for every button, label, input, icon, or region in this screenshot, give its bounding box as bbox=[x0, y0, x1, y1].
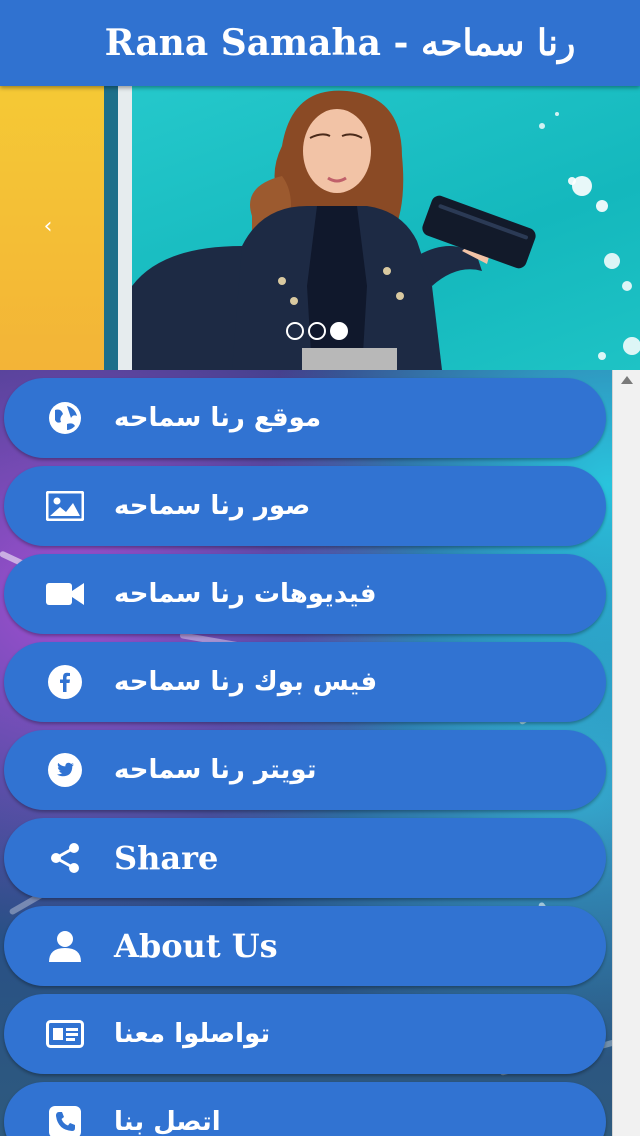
twitter-icon bbox=[46, 752, 84, 788]
menu-item-label: Share bbox=[114, 839, 219, 877]
contact-card-icon bbox=[46, 1016, 84, 1052]
menu-item-label: اتصل بنا bbox=[114, 1107, 221, 1136]
menu-item-label: موقع رنا سماحه bbox=[114, 403, 322, 433]
scroll-up-arrow-icon[interactable] bbox=[621, 376, 633, 384]
slide-divider bbox=[118, 86, 132, 370]
menu-item-label: صور رنا سماحه bbox=[114, 491, 311, 521]
menu-item-twitter[interactable]: تويتر رنا سماحه bbox=[4, 730, 606, 810]
phone-icon bbox=[46, 1104, 84, 1136]
menu-item-videos[interactable]: فيديوهات رنا سماحه bbox=[4, 554, 606, 634]
globe-icon bbox=[46, 400, 84, 436]
menu-item-facebook[interactable]: فيس بوك رنا سماحه bbox=[4, 642, 606, 722]
app-header: Rana Samaha - رنا سماحه bbox=[0, 0, 640, 86]
menu-item-photos[interactable]: صور رنا سماحه bbox=[4, 466, 606, 546]
slider-prev-button[interactable]: ‹ bbox=[36, 214, 60, 244]
menu-item-about-us[interactable]: About Us bbox=[4, 906, 606, 986]
menu-item-label: تواصلوا معنا bbox=[114, 1019, 271, 1049]
image-icon bbox=[46, 488, 84, 524]
video-camera-icon bbox=[46, 576, 84, 612]
slider-pagination bbox=[286, 322, 348, 340]
slider-dot[interactable] bbox=[286, 322, 304, 340]
page-title: Rana Samaha - رنا سماحه bbox=[104, 22, 576, 64]
image-slider[interactable]: ‹ bbox=[0, 86, 640, 370]
user-icon bbox=[46, 928, 84, 964]
menu-item-call-us[interactable]: اتصل بنا bbox=[4, 1082, 606, 1136]
menu-item-share[interactable]: Share bbox=[4, 818, 606, 898]
slide-divider bbox=[104, 86, 118, 370]
menu-item-label: فيديوهات رنا سماحه bbox=[114, 579, 377, 609]
menu-item-label: About Us bbox=[114, 927, 278, 965]
share-icon bbox=[46, 840, 84, 876]
slider-dot[interactable] bbox=[308, 322, 326, 340]
facebook-icon bbox=[46, 664, 84, 700]
slide-photo bbox=[132, 90, 640, 370]
scrollbar[interactable] bbox=[612, 370, 640, 1136]
slider-dot-active[interactable] bbox=[330, 322, 348, 340]
menu-item-label: فيس بوك رنا سماحه bbox=[114, 667, 378, 697]
menu-item-contact-us[interactable]: تواصلوا معنا bbox=[4, 994, 606, 1074]
menu-item-label: تويتر رنا سماحه bbox=[114, 755, 317, 785]
menu-item-website[interactable]: موقع رنا سماحه bbox=[4, 378, 606, 458]
